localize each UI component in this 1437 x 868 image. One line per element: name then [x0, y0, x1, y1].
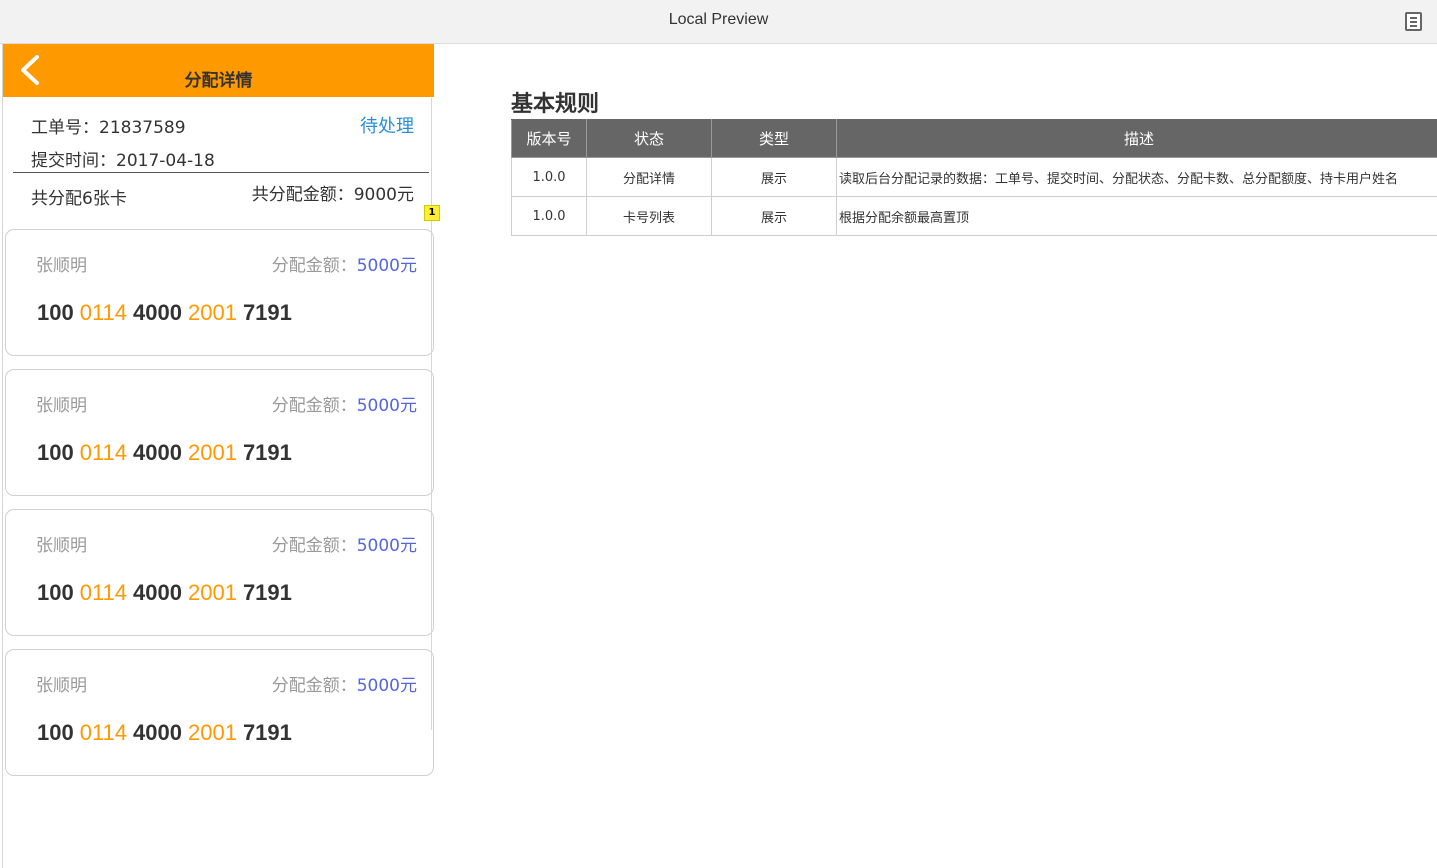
card-number-segment: 4000 [133, 580, 182, 605]
status-link[interactable]: 待处理 [360, 112, 414, 138]
card-number-segment: 0114 [79, 300, 128, 325]
card-holder-name: 张顺明 [36, 536, 87, 556]
card-amount-value: 5000元 [356, 256, 417, 276]
card-amount: 分配金额：5000元 [272, 391, 417, 416]
page-title: 分配详情 [184, 71, 253, 91]
card-number-segment: 2001 [187, 720, 237, 745]
card-amount-label: 分配金额： [271, 256, 357, 276]
divider [13, 172, 429, 173]
table-header-cell: 状态 [586, 119, 712, 158]
card-number-segment: 7191 [242, 720, 292, 745]
table-cell: 1.0.0 [511, 196, 587, 236]
card-number-segment: 2001 [187, 440, 237, 465]
card-item[interactable]: 张顺明 分配金额：5000元 100 0114 4000 2001 7191 [5, 369, 434, 496]
rules-table: 版本号 状态 类型 描述 1.0.0 分配详情 展示 读取后台分配记录的数据：工单号、提交时… [511, 119, 1437, 236]
table-header-cell: 描述 [836, 119, 1437, 158]
card-amount: 分配金额：5000元 [272, 251, 417, 276]
card-number-segment: 7191 [242, 580, 292, 605]
table-cell: 根据分配余额最高置顶 [836, 196, 1437, 236]
card-number-segment: 7191 [242, 300, 292, 325]
card-number: 100 0114 4000 2001 7191 [37, 300, 298, 326]
card-number-segment: 4000 [133, 720, 182, 745]
table-header-cell: 类型 [711, 119, 837, 158]
table-cell: 读取后台分配记录的数据：工单号、提交时间、分配状态、分配卡数、总分配额度、持卡用… [836, 157, 1437, 197]
card-amount-value: 5000元 [356, 396, 417, 416]
card-amount-value: 5000元 [356, 676, 417, 696]
phone-border [431, 98, 432, 730]
navbar: 分配详情 [3, 44, 434, 97]
card-item[interactable]: 张顺明 分配金额：5000元 100 0114 4000 2001 7191 [5, 509, 434, 636]
document-list-icon[interactable] [1405, 12, 1422, 31]
card-amount: 分配金额：5000元 [272, 531, 417, 556]
card-holder-name: 张顺明 [36, 256, 87, 276]
card-number-segment: 100 [37, 720, 74, 745]
total-amount: 共分配金额：9000元 [251, 185, 414, 205]
table-header-row: 版本号 状态 类型 描述 [511, 119, 1437, 158]
window-titlebar: Local Preview [0, 0, 1437, 44]
card-number-segment: 100 [37, 300, 74, 325]
table-cell: 1.0.0 [511, 157, 587, 197]
table-cell: 展示 [711, 157, 837, 197]
annotation-badge: 1 [424, 205, 440, 221]
card-number-segment: 0114 [79, 440, 128, 465]
card-item[interactable]: 张顺明 分配金额：5000元 100 0114 4000 2001 7191 [5, 229, 434, 356]
table-cell: 卡号列表 [586, 196, 712, 236]
card-number-segment: 2001 [187, 300, 237, 325]
table-row: 1.0.0 卡号列表 展示 根据分配余额最高置顶 [511, 196, 1437, 236]
card-amount-label: 分配金额： [271, 676, 357, 696]
card-holder-name: 张顺明 [36, 396, 87, 416]
card-number: 100 0114 4000 2001 7191 [37, 580, 298, 606]
card-amount-label: 分配金额： [271, 536, 357, 556]
card-number: 100 0114 4000 2001 7191 [37, 720, 298, 746]
phone-preview: 分配详情 工单号：21837589 待处理 提交时间：2017-04-18 共分… [2, 44, 434, 868]
card-number-segment: 0114 [79, 720, 128, 745]
card-number-segment: 2001 [187, 580, 237, 605]
card-number-segment: 100 [37, 580, 74, 605]
card-item[interactable]: 张顺明 分配金额：5000元 100 0114 4000 2001 7191 [5, 649, 434, 776]
rules-title: 基本规则 [511, 92, 600, 117]
card-number-segment: 4000 [133, 440, 182, 465]
card-number-segment: 4000 [133, 300, 182, 325]
table-cell: 分配详情 [586, 157, 712, 197]
card-number-segment: 7191 [242, 440, 292, 465]
card-count: 共分配6张卡 [31, 189, 127, 209]
card-number-segment: 100 [37, 440, 74, 465]
table-header-cell: 版本号 [511, 119, 587, 158]
window-title: Local Preview [668, 11, 769, 28]
card-number: 100 0114 4000 2001 7191 [37, 440, 298, 466]
table-row: 1.0.0 分配详情 展示 读取后台分配记录的数据：工单号、提交时间、分配状态、分配卡… [511, 157, 1437, 197]
card-amount: 分配金额：5000元 [272, 671, 417, 696]
card-number-segment: 0114 [79, 580, 128, 605]
card-amount-value: 5000元 [356, 536, 417, 556]
card-holder-name: 张顺明 [36, 676, 87, 696]
order-summary: 工单号：21837589 待处理 提交时间：2017-04-18 共分配6张卡 … [3, 97, 434, 227]
order-number: 工单号：21837589 [31, 118, 186, 138]
card-amount-label: 分配金额： [271, 396, 357, 416]
submit-time: 提交时间：2017-04-18 [31, 151, 215, 171]
table-cell: 展示 [711, 196, 837, 236]
